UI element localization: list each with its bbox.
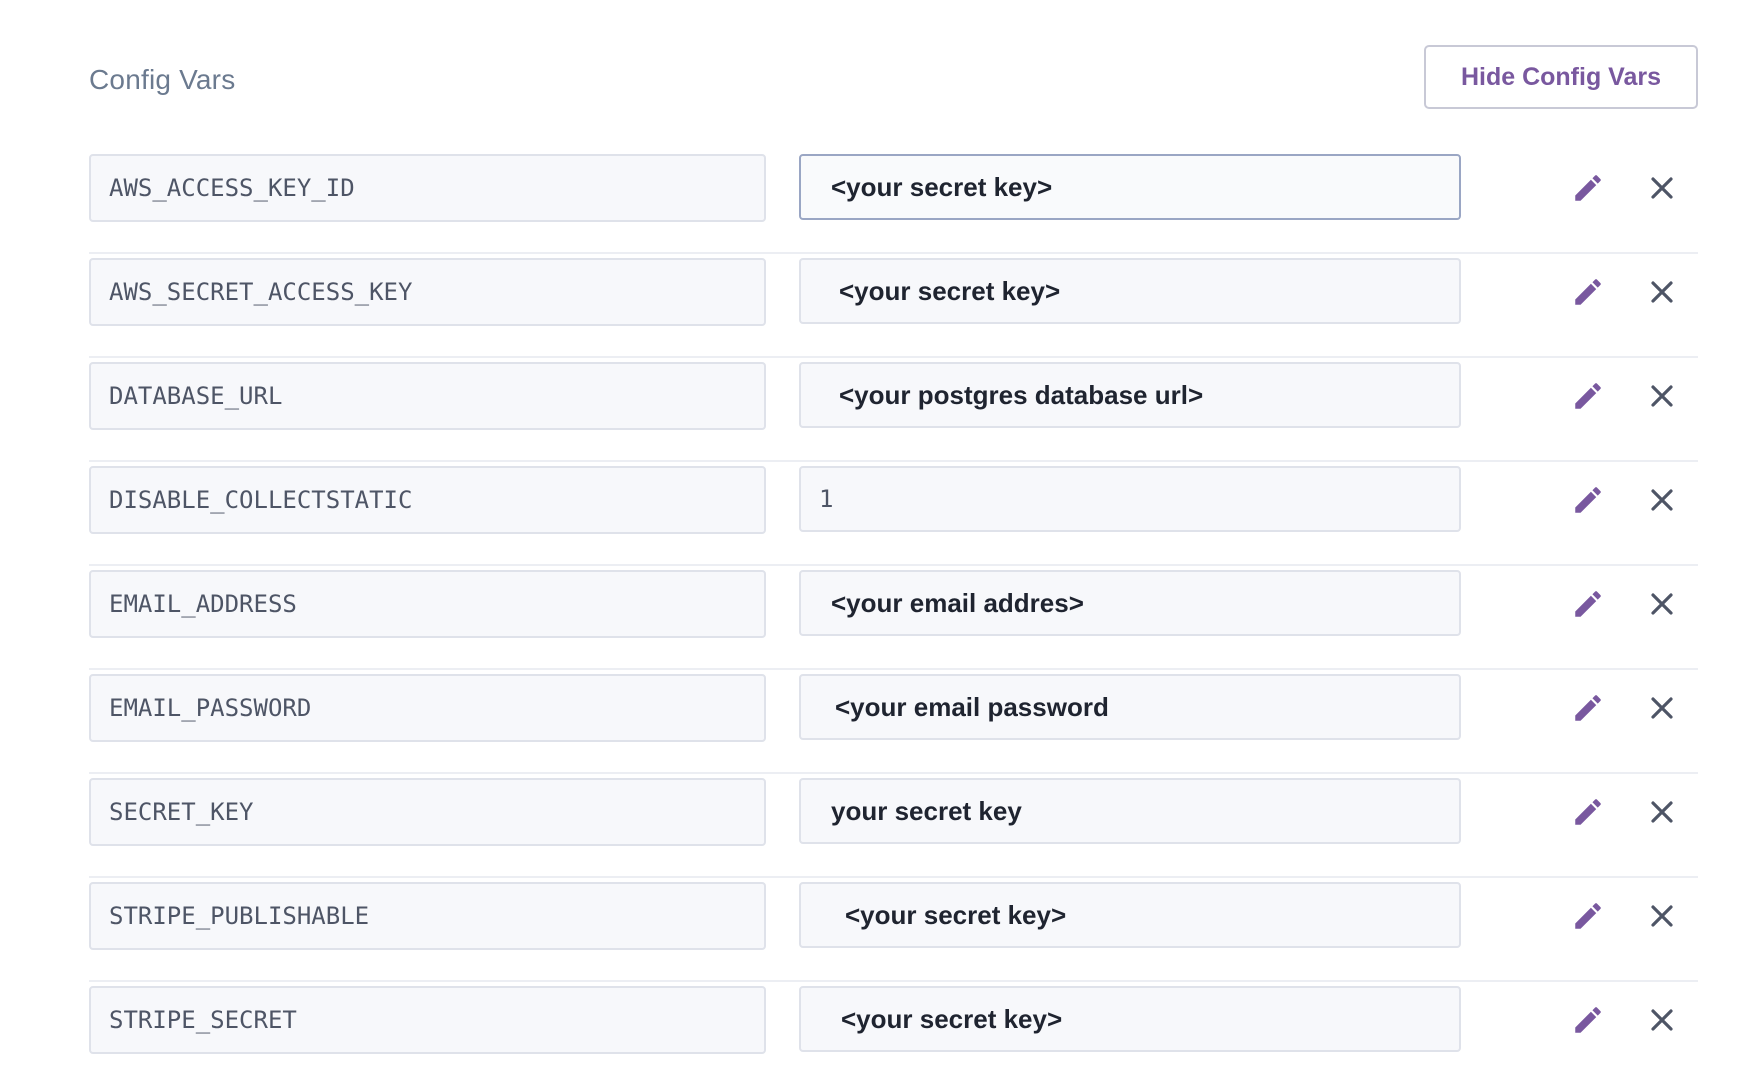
config-var-row: DISABLE_COLLECTSTATIC 1 <box>89 462 1698 566</box>
config-var-value-field[interactable]: <your secret key> <box>799 258 1461 324</box>
close-icon[interactable] <box>1640 790 1684 834</box>
config-var-value-field[interactable]: <your email addres> <box>799 570 1461 636</box>
config-var-key-field[interactable]: AWS_SECRET_ACCESS_KEY <box>89 258 766 326</box>
config-var-value-field[interactable]: your secret key <box>799 778 1461 844</box>
pencil-icon[interactable] <box>1566 790 1610 834</box>
section-title: Config Vars <box>89 64 236 95</box>
close-icon[interactable] <box>1640 894 1684 938</box>
config-var-key-field[interactable]: DATABASE_URL <box>89 362 766 430</box>
close-icon[interactable] <box>1640 374 1684 418</box>
config-var-key-field[interactable]: DISABLE_COLLECTSTATIC <box>89 466 766 534</box>
config-var-value-field[interactable]: <your secret key> <box>799 154 1461 220</box>
config-var-row: DATABASE_URL <your postgres database url… <box>89 358 1698 462</box>
pencil-icon[interactable] <box>1566 998 1610 1042</box>
config-var-row: STRIPE_SECRET <your secret key> <box>89 982 1698 1086</box>
pencil-icon[interactable] <box>1566 686 1610 730</box>
config-var-key-field[interactable]: AWS_ACCESS_KEY_ID <box>89 154 766 222</box>
hide-config-vars-button[interactable]: Hide Config Vars <box>1424 45 1698 109</box>
pencil-icon[interactable] <box>1566 374 1610 418</box>
config-var-row: STRIPE_PUBLISHABLE <your secret key> <box>89 878 1698 982</box>
config-var-key-field[interactable]: STRIPE_SECRET <box>89 986 766 1054</box>
config-var-row: EMAIL_ADDRESS <your email addres> <box>89 566 1698 670</box>
close-icon[interactable] <box>1640 686 1684 730</box>
pencil-icon[interactable] <box>1566 270 1610 314</box>
close-icon[interactable] <box>1640 478 1684 522</box>
pencil-icon[interactable] <box>1566 478 1610 522</box>
config-var-value-field[interactable]: <your secret key> <box>799 882 1461 948</box>
pencil-icon[interactable] <box>1566 582 1610 626</box>
config-var-row: SECRET_KEY your secret key <box>89 774 1698 878</box>
config-var-row: EMAIL_PASSWORD <your email password <box>89 670 1698 774</box>
config-var-key-field[interactable]: EMAIL_PASSWORD <box>89 674 766 742</box>
config-var-value-field[interactable]: <your secret key> <box>799 986 1461 1052</box>
config-vars-panel: Config Vars Hide Config Vars AWS_ACCESS_… <box>0 0 1762 1060</box>
config-var-value-field[interactable]: <your postgres database url> <box>799 362 1461 428</box>
config-var-value-field[interactable]: 1 <box>799 466 1461 532</box>
close-icon[interactable] <box>1640 270 1684 314</box>
config-var-key-field[interactable]: SECRET_KEY <box>89 778 766 846</box>
close-icon[interactable] <box>1640 582 1684 626</box>
config-var-value-field[interactable]: <your email password <box>799 674 1461 740</box>
config-var-key-field[interactable]: EMAIL_ADDRESS <box>89 570 766 638</box>
config-vars-list: AWS_ACCESS_KEY_ID <your secret key> AWS_… <box>89 150 1698 1086</box>
close-icon[interactable] <box>1640 998 1684 1042</box>
config-var-row: AWS_SECRET_ACCESS_KEY <your secret key> <box>89 254 1698 358</box>
config-var-row: AWS_ACCESS_KEY_ID <your secret key> <box>89 150 1698 254</box>
close-icon[interactable] <box>1640 166 1684 210</box>
config-var-key-field[interactable]: STRIPE_PUBLISHABLE <box>89 882 766 950</box>
pencil-icon[interactable] <box>1566 894 1610 938</box>
pencil-icon[interactable] <box>1566 166 1610 210</box>
